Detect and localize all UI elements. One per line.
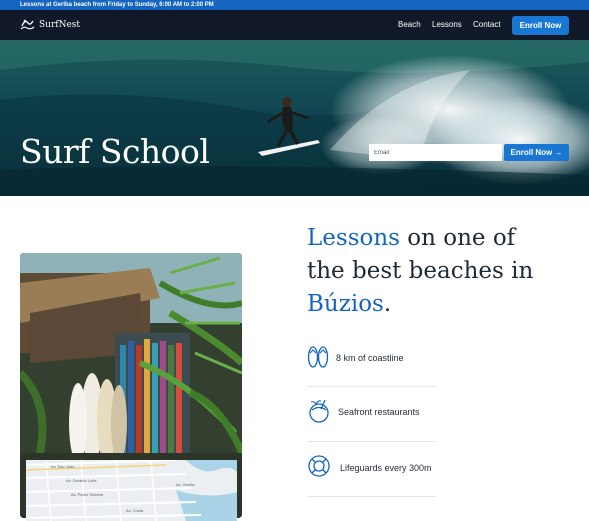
brand-logo[interactable]: SurfNest [20,17,80,32]
headline-location: Búzios [307,291,384,317]
feature-label: Seafront restaurants [338,407,420,417]
announcement-text: Lessons at Geriba beach from Friday to S… [20,2,214,8]
nav-link-contact[interactable]: Contact [473,20,501,29]
feature-label: Lifeguards every 300m [340,463,432,473]
nav-link-lessons[interactable]: Lessons [432,20,462,29]
headline-highlight: Lessons [307,225,400,251]
feature-restaurants: Seafront restaurants [307,386,436,442]
map-street-label: Av. Geraldo Leite [66,478,97,483]
section-headline: Lessons on one of the best beaches in Bú… [307,222,557,321]
map-street-label: Av. Costa [126,508,144,513]
location-map[interactable]: Av. Sao Joao Av. Geraldo Leite Av. Pedro… [26,460,237,521]
map-street-label: Av. Sao Joao [51,464,75,469]
feature-coastline: 8 km of coastline [307,331,436,387]
map-image: Av. Sao Joao Av. Geraldo Leite Av. Pedro… [26,460,237,521]
enroll-now-button[interactable]: Enroll Now [512,16,569,35]
feature-label: 8 km of coastline [336,353,404,363]
email-input[interactable] [369,144,502,161]
map-street-label: Av. Geriba [176,482,195,487]
hero-enroll-button[interactable]: Enroll Now → [504,144,569,161]
announcement-bar: Lessons at Geriba beach from Friday to S… [0,0,589,10]
map-street-label: Av. Pedro Teixeira [71,492,104,497]
flip-flops-icon [307,346,329,368]
headline-period: . [383,291,392,317]
hero-banner: Surf School Enroll Now → [0,40,589,196]
hero-title: Surf School [20,132,210,171]
wave-logo-icon [20,19,35,30]
top-navbar: SurfNest Beach Lessons Contact Enroll No… [0,10,589,40]
lifebuoy-icon [308,455,330,477]
coconut-drink-icon [309,399,329,423]
nav-link-beach[interactable]: Beach [398,20,421,29]
surfer-wave-image [0,40,589,196]
feature-lifeguards: Lifeguards every 300m [307,441,436,497]
brand-name: SurfNest [39,19,81,30]
